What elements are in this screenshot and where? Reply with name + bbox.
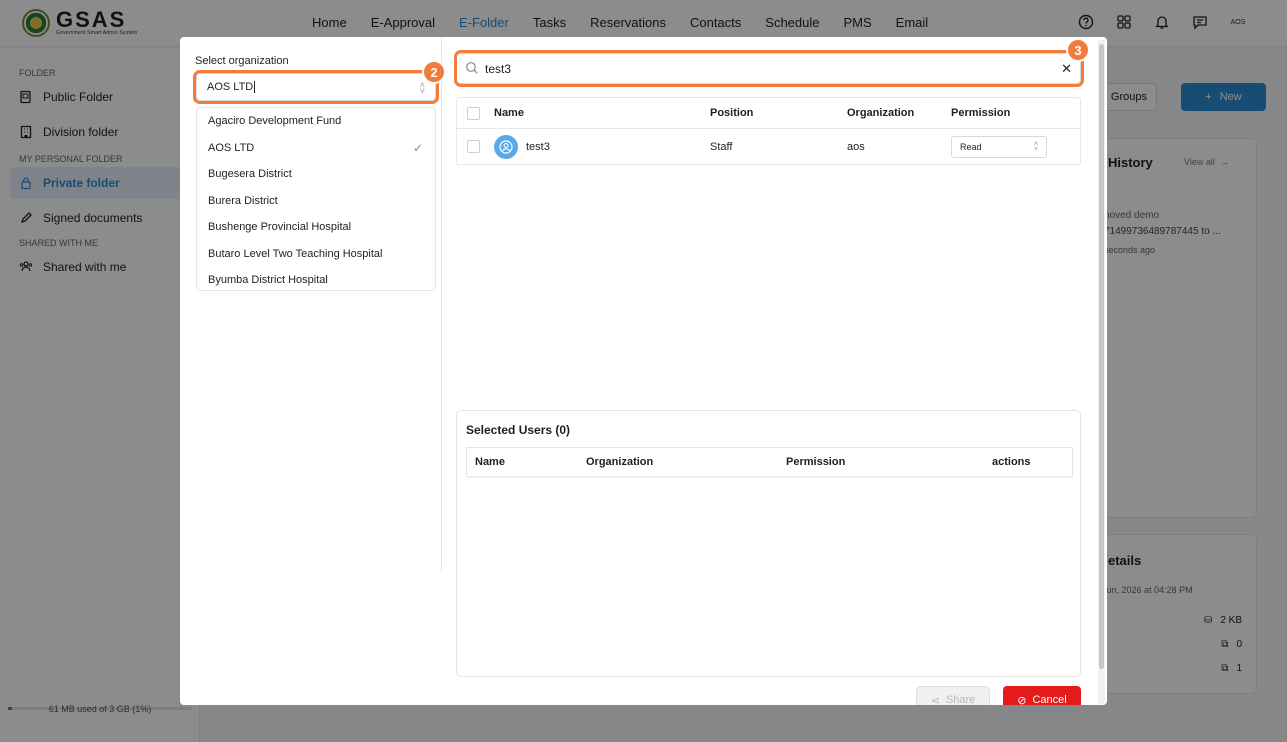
cancel-button-label: Cancel [1032,694,1067,705]
scrollbar-thumb[interactable] [1099,44,1104,669]
selected-column-actions: actions [992,456,1031,468]
org-option-selected[interactable]: AOS LTD ✓ [197,135,435,162]
users-table: Name Position Organization Permission te… [456,97,1081,165]
selected-users-panel: Selected Users (0) Name Organization Per… [456,410,1081,677]
user-name: test3 [526,140,550,153]
select-all-checkbox[interactable] [467,106,480,120]
highlight-organization-select [193,70,439,104]
row-checkbox[interactable] [467,140,480,153]
permission-select[interactable]: Read ˄ ˅ [951,135,1047,158]
cancel-icon: ⊘ [1017,694,1027,706]
column-position: Position [710,107,754,119]
user-avatar-icon [494,134,518,159]
selected-users-header: Name Organization Permission actions [466,447,1073,478]
selected-column-permission: Permission [786,456,846,468]
org-option[interactable]: Byumba District Hospital [197,267,435,290]
selected-column-organization: Organization [586,456,654,468]
selected-users-title: Selected Users (0) [466,423,571,437]
step-badge-3: 3 [1066,38,1090,62]
step-badge-2: 2 [422,60,446,84]
org-option[interactable]: Butaro Level Two Teaching Hospital [197,241,435,268]
share-icon: ⋖ [930,694,940,706]
table-header: Name Position Organization Permission [457,98,1080,129]
organization-dropdown: Agaciro Development Fund AOS LTD ✓ Bugese… [196,107,436,291]
org-option[interactable]: Burera District [197,188,435,215]
share-button[interactable]: ⋖ Share [916,686,990,705]
modal-scrollbar[interactable] [1098,40,1105,704]
table-row[interactable]: test3 Staff aos Read ˄ ˅ [457,129,1080,164]
permission-value: Read [960,141,982,152]
cancel-button[interactable]: ⊘ Cancel [1003,686,1081,705]
highlight-search-input [454,50,1084,87]
org-option[interactable]: Bushenge Provincial Hospital [197,214,435,241]
check-icon: ✓ [412,140,423,155]
org-option[interactable]: Agaciro Development Fund [197,108,435,135]
user-organization: aos [847,140,865,153]
column-permission: Permission [951,107,1011,119]
org-option[interactable]: Bugesera District [197,161,435,188]
share-modal: Select organization AOS LTD ˄ ˅ 2 Agaciro… [180,37,1107,705]
selected-column-name: Name [475,456,505,468]
user-position: Staff [710,140,733,153]
column-name: Name [494,107,524,119]
column-organization: Organization [847,107,915,119]
select-caret-icon: ˄ ˅ [1033,140,1038,153]
user-name-cell: test3 [494,134,550,159]
select-organization-label: Select organization [195,55,289,67]
share-button-label: Share [945,694,976,705]
organization-column: Select organization AOS LTD ˄ ˅ 2 Agaciro… [180,37,446,572]
